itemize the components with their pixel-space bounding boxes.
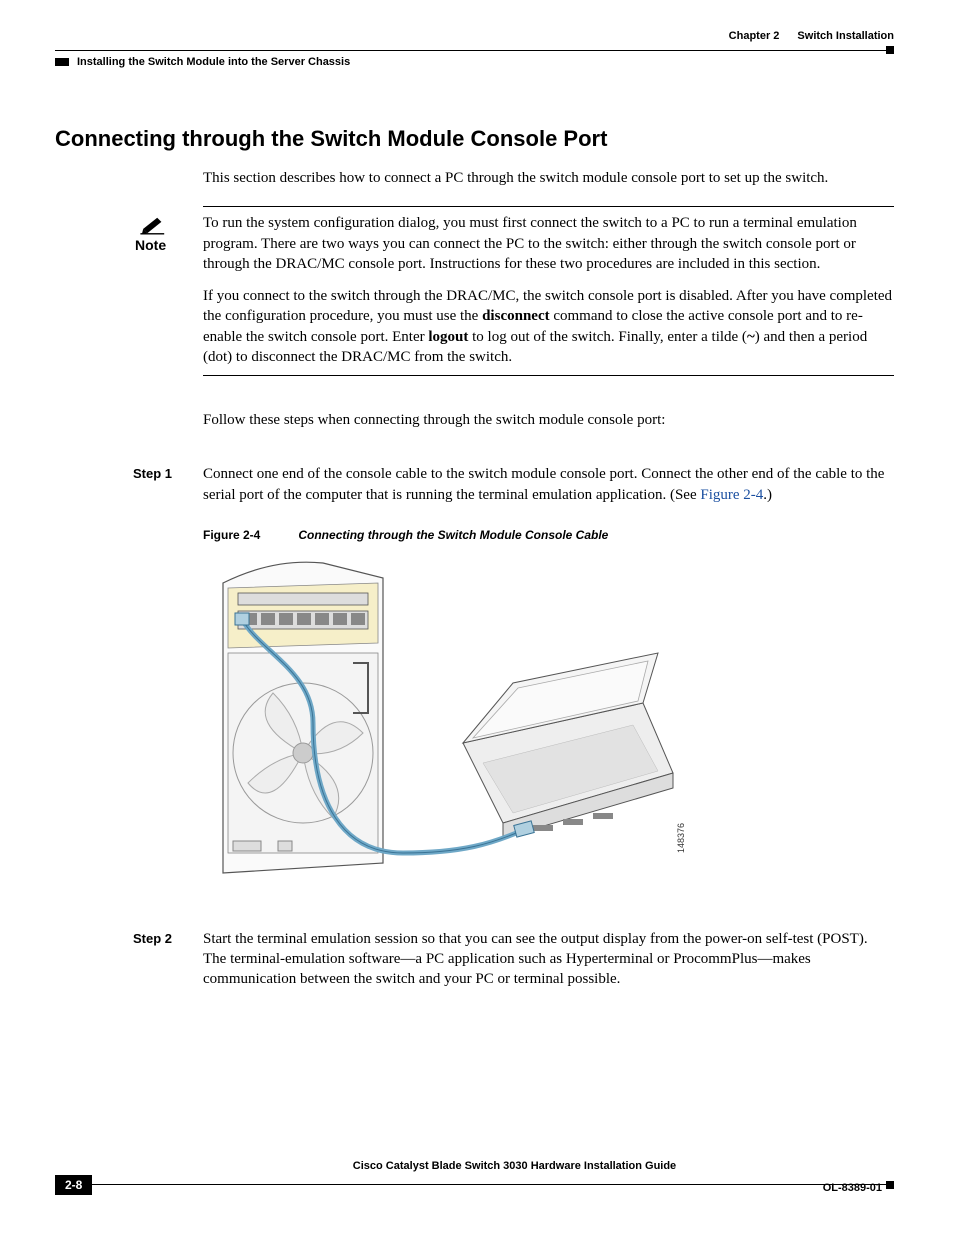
section-marker [55, 58, 69, 66]
note-body: To run the system configuration dialog, … [203, 213, 894, 367]
footer-book-title: Cisco Catalyst Blade Switch 3030 Hardwar… [353, 1160, 676, 1172]
chapter-title: Switch Installation [797, 30, 894, 42]
figure-caption: Figure 2-4 Connecting through the Switch … [203, 527, 894, 543]
document-number: OL-8389-01 [823, 1182, 882, 1194]
page-number: 2-8 [55, 1175, 92, 1195]
header-rule [55, 46, 894, 54]
intro-paragraph: This section describes how to connect a … [203, 168, 894, 188]
pencil-note-icon [139, 213, 167, 235]
step-2-row: Step 2 Start the terminal emulation sess… [133, 929, 894, 990]
page-footer: Cisco Catalyst Blade Switch 3030 Hardwar… [55, 1160, 894, 1195]
step-2-label: Step 2 [133, 929, 203, 946]
section-path-text: Installing the Switch Module into the Se… [77, 56, 350, 68]
figure-id: 148376 [675, 823, 687, 853]
step-1-label: Step 1 [133, 464, 203, 481]
running-header: Chapter 2 Switch Installation [55, 30, 894, 42]
chapter-number: Chapter 2 [729, 30, 780, 42]
step-2-body: Start the terminal emulation session so … [203, 929, 894, 990]
note-paragraph-2: If you connect to the switch through the… [203, 286, 894, 367]
follow-paragraph: Follow these steps when connecting throu… [203, 410, 894, 430]
note-label: Note [135, 237, 166, 253]
console-cable-drawing-icon [203, 553, 683, 883]
note-paragraph-1: To run the system configuration dialog, … [203, 213, 894, 274]
section-path-row: Installing the Switch Module into the Se… [55, 56, 894, 68]
page: Chapter 2 Switch Installation Installing… [0, 0, 954, 1235]
step-1-row: Step 1 Connect one end of the console ca… [133, 464, 894, 911]
note-block: Note To run the system configuration dia… [133, 206, 894, 376]
figure-link[interactable]: Figure 2-4 [700, 487, 763, 503]
step-1-body: Connect one end of the console cable to … [203, 464, 894, 911]
figure-title: Connecting through the Switch Module Con… [298, 528, 608, 542]
figure-number: Figure 2-4 [203, 528, 260, 542]
section-heading: Connecting through the Switch Module Con… [55, 126, 894, 152]
figure-illustration: 148376 [203, 553, 683, 883]
